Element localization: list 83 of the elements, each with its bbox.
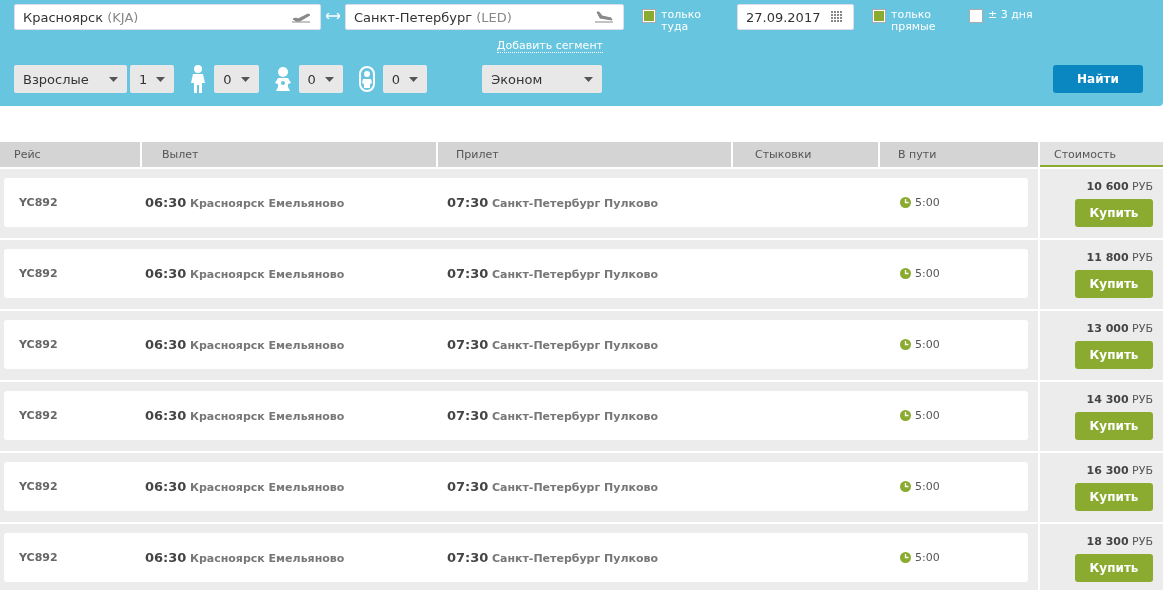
destination-field[interactable]: Санкт-Петербург (LED) [345,4,624,30]
duration: 5:00 [915,267,940,280]
dropdown[interactable]: 0 [382,65,428,93]
column-header[interactable]: Стыковки [733,142,878,167]
checkbox-label: ± 3 дня [988,9,1033,21]
arrival-time: 07:30 [447,479,489,494]
departure-time: 06:30 [145,550,187,565]
clock-icon [900,197,911,208]
duration: 5:00 [915,409,940,422]
arrival-time: 07:30 [447,337,489,352]
departure-time: 06:30 [145,408,187,423]
arrival-airport: Санкт-Петербург Пулково [491,481,659,494]
caret-icon [240,76,250,82]
column-header[interactable]: Стоимость [1040,142,1163,167]
dropdown[interactable]: 0 [298,65,343,93]
checkbox[interactable] [969,9,983,23]
flight-number: YC892 [19,267,58,280]
flight-number: YC892 [19,196,58,209]
flight-number: YC892 [19,480,58,493]
clock-icon [900,268,911,279]
arrival-airport: Санкт-Петербург Пулково [491,552,659,565]
departure-airport: Красноярск Емельяново [189,410,345,423]
checkbox[interactable] [642,9,656,23]
person-icon [190,65,207,93]
caret-icon [584,76,594,82]
departure-airport: Красноярск Емельяново [189,339,345,352]
arrival-time: 07:30 [447,195,489,210]
column-header[interactable]: Вылет [142,142,436,167]
column-header[interactable]: Прилет [438,142,731,167]
date-field[interactable]: 27.09.2017 [737,4,854,30]
column-header[interactable]: Рейс [0,142,140,167]
departure-airport: Красноярск Емельяново [189,268,345,281]
takeoff-icon [292,11,310,23]
duration: 5:00 [915,480,940,493]
flight-number: YC892 [19,551,58,564]
caret-icon [156,76,166,82]
arrival-time: 07:30 [447,266,489,281]
arrival-airport: Санкт-Петербург Пулково [491,339,659,352]
duration: 5:00 [915,196,940,209]
arrival-airport: Санкт-Петербург Пулково [491,410,659,423]
departure-time: 06:30 [145,337,187,352]
dropdown[interactable]: 1 [130,65,175,93]
flight-number: YC892 [19,338,58,351]
checkbox[interactable] [872,9,886,23]
departure-time: 06:30 [145,266,187,281]
checkbox-label: только прямые [891,9,937,33]
price: 10 600 РУБ [1086,180,1153,193]
clock-icon [900,481,911,492]
departure-airport: Красноярск Емельяново [189,481,345,494]
class-dropdown[interactable]: Эконом [482,65,603,93]
swap-icon[interactable] [326,13,340,19]
origin-field[interactable]: Красноярск (KJA) [14,4,321,30]
dropdown[interactable]: 0 [214,65,259,93]
dropdown[interactable]: Взрослые [14,65,127,93]
price: 11 800 РУБ [1086,251,1153,264]
baby-seat-icon [358,66,375,92]
caret-icon [324,76,334,82]
price: 16 300 РУБ [1086,464,1153,477]
clock-icon [900,339,911,350]
duration: 5:00 [915,551,940,564]
baby-icon [274,67,291,91]
column-header[interactable]: В пути [880,142,1038,167]
arrival-time: 07:30 [447,408,489,423]
arrival-time: 07:30 [447,550,489,565]
search-button[interactable]: Найти [1053,65,1143,93]
arrival-airport: Санкт-Петербург Пулково [491,197,659,210]
flight-number: YC892 [19,409,58,422]
departure-time: 06:30 [145,195,187,210]
price: 18 300 РУБ [1086,535,1153,548]
checkbox-label: только туда [661,9,703,33]
price: 13 000 РУБ [1086,322,1153,335]
caret-icon [409,76,419,82]
duration: 5:00 [915,338,940,351]
caret-icon [109,76,118,82]
landing-icon [595,11,613,23]
calendar-icon [831,11,843,23]
arrival-airport: Санкт-Петербург Пулково [491,268,659,281]
price: 14 300 РУБ [1086,393,1153,406]
departure-airport: Красноярск Емельяново [189,197,345,210]
clock-icon [900,552,911,563]
departure-time: 06:30 [145,479,187,494]
clock-icon [900,410,911,421]
departure-airport: Красноярск Емельяново [189,552,345,565]
